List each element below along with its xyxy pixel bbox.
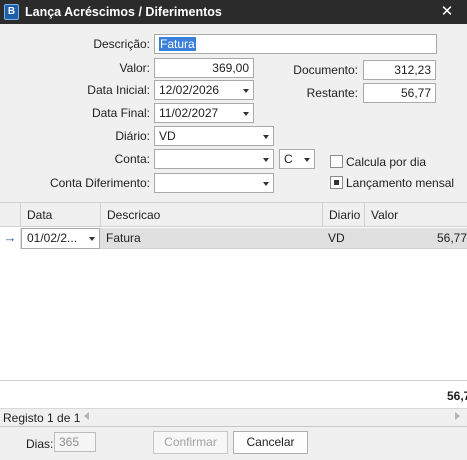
valor-label: Valor:: [119, 61, 150, 75]
row-valor-cell[interactable]: 56,77: [364, 228, 467, 248]
conta-select[interactable]: [154, 149, 274, 169]
conta-label: Conta:: [114, 152, 150, 166]
column-header-data[interactable]: Data: [20, 203, 100, 227]
row-descricao-cell[interactable]: Fatura: [100, 228, 322, 248]
data-final-label: Data Final:: [91, 106, 150, 120]
data-inicial-label: Data Inicial:: [87, 83, 150, 97]
row-diario-cell[interactable]: VD: [322, 228, 364, 248]
close-icon[interactable]: ✕: [438, 2, 456, 22]
chevron-down-icon[interactable]: [304, 158, 310, 162]
lancamento-mensal-checkbox[interactable]: [330, 176, 343, 189]
chevron-down-icon[interactable]: [243, 112, 249, 116]
row-data-editor[interactable]: 01/02/2...: [21, 228, 100, 249]
confirmar-button[interactable]: Confirmar: [153, 431, 228, 454]
data-inicial-value: 12/02/2026: [159, 83, 220, 97]
chevron-down-icon[interactable]: [89, 237, 95, 241]
calcula-por-dia-label: Calcula por dia: [346, 155, 427, 169]
diario-label: Diário:: [115, 129, 150, 143]
chevron-down-icon[interactable]: [263, 182, 269, 186]
title-bar: B Lança Acréscimos / Diferimentos ✕: [0, 0, 467, 24]
documento-field[interactable]: 312,23: [363, 60, 436, 80]
row-data-value: 01/02/2...: [27, 231, 78, 245]
conta-diferimento-select[interactable]: [154, 173, 274, 193]
app-icon: B: [4, 4, 19, 20]
diario-value: VD: [159, 129, 176, 143]
scroll-left-icon[interactable]: [84, 412, 89, 420]
dias-field: 365: [54, 432, 96, 452]
descricao-label: Descrição:: [93, 37, 150, 51]
diario-select[interactable]: VD: [154, 126, 274, 146]
chevron-down-icon[interactable]: [263, 158, 269, 162]
window-title: Lança Acréscimos / Diferimentos: [25, 5, 222, 19]
data-final-value: 11/02/2027: [159, 106, 219, 120]
scroll-right-icon[interactable]: [455, 412, 460, 420]
conta-side-select[interactable]: C: [279, 149, 315, 169]
column-header-valor[interactable]: Valor: [364, 203, 467, 227]
documento-label: Documento:: [293, 63, 358, 77]
chevron-down-icon[interactable]: [263, 135, 269, 139]
row-indicator-arrow-icon: →: [0, 228, 20, 249]
conta-diferimento-label: Conta Diferimento:: [49, 176, 150, 190]
grid-header: Data Descricao Diario Valor: [0, 202, 467, 227]
descricao-field[interactable]: Fatura: [154, 34, 437, 54]
valor-field[interactable]: 369,00: [154, 58, 254, 78]
grid-footer: 56,77: [0, 380, 467, 408]
record-navigator: Registo 1 de 1: [0, 408, 467, 426]
record-count: Registo 1 de 1: [3, 411, 81, 425]
valor-total: 56,77: [446, 389, 467, 403]
data-final-field[interactable]: 11/02/2027: [154, 103, 254, 123]
column-header-descricao[interactable]: Descricao: [100, 203, 322, 227]
cancelar-button[interactable]: Cancelar: [233, 431, 308, 454]
restante-field[interactable]: 56,77: [363, 83, 436, 103]
restante-label: Restante:: [306, 86, 358, 100]
descricao-value: Fatura: [159, 37, 196, 51]
dias-label: Dias:: [26, 437, 54, 451]
column-header-diario[interactable]: Diario: [322, 203, 364, 227]
conta-side-value: C: [284, 152, 293, 166]
chevron-down-icon[interactable]: [243, 89, 249, 93]
data-inicial-field[interactable]: 12/02/2026: [154, 80, 254, 100]
calcula-por-dia-checkbox[interactable]: [330, 155, 343, 168]
lancamento-mensal-label: Lançamento mensal: [346, 176, 455, 190]
